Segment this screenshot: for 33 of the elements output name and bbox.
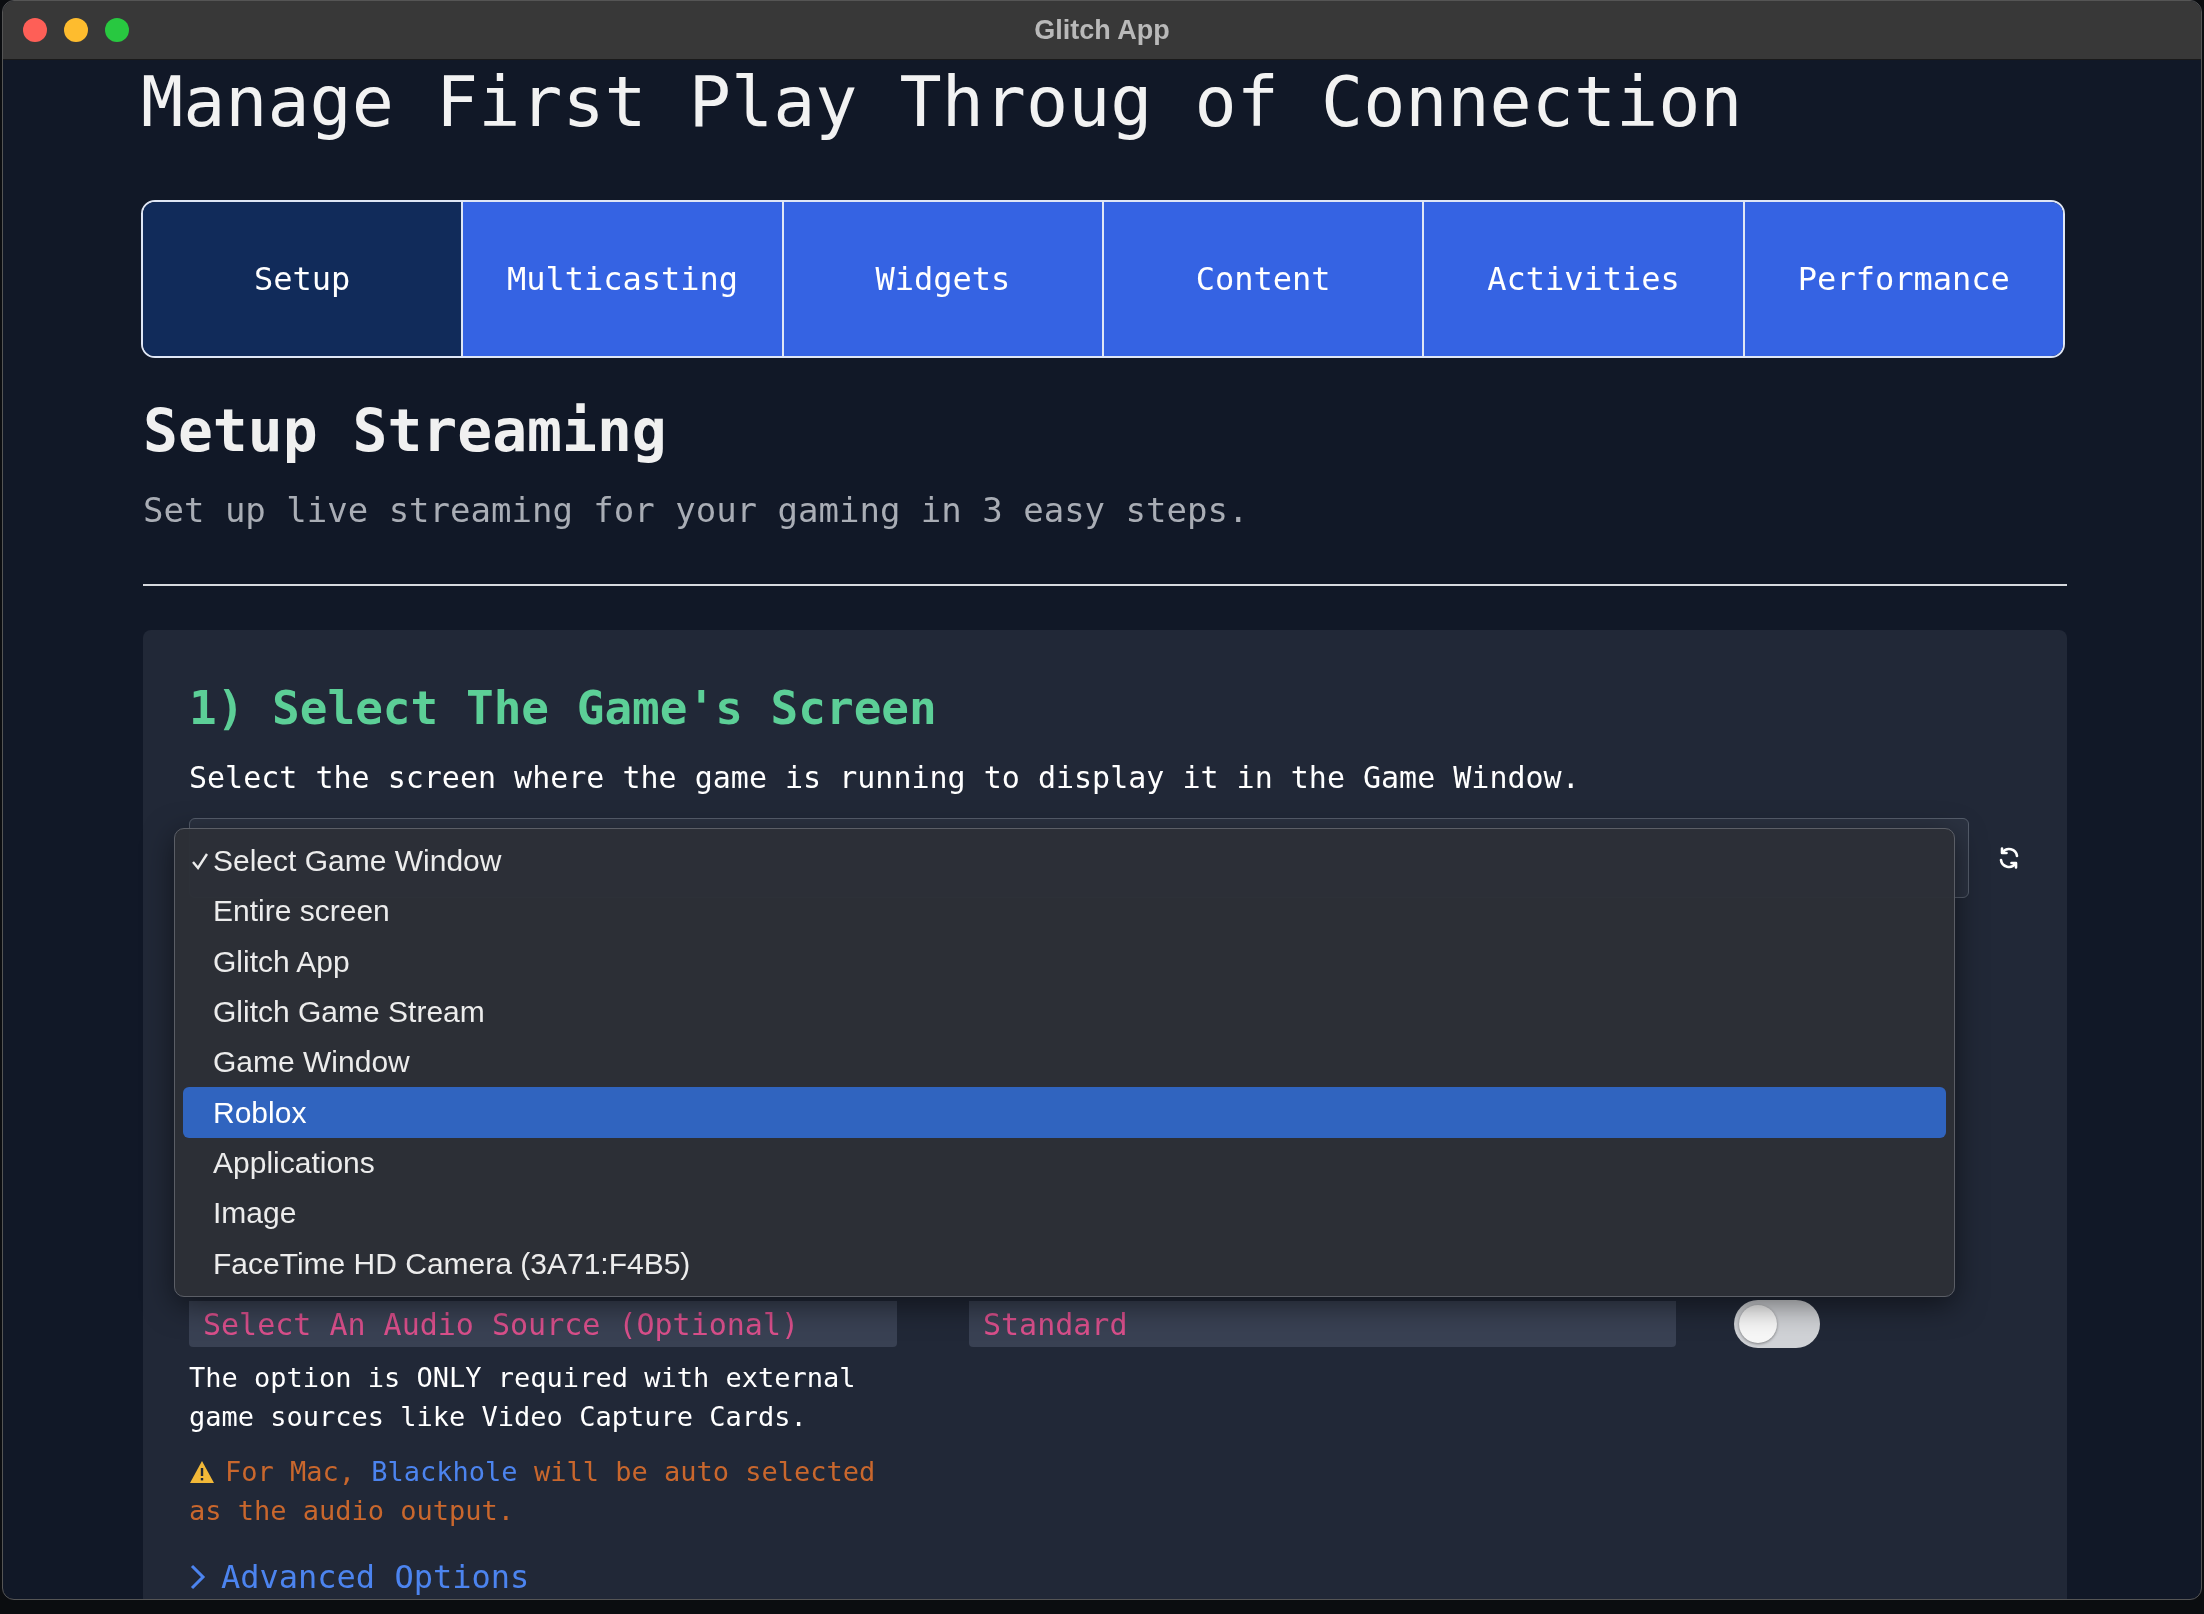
menu-item[interactable]: Glitch Game Stream: [183, 986, 1946, 1038]
minimize-button[interactable]: [64, 18, 88, 42]
maximize-button[interactable]: [105, 18, 129, 42]
checkmark-icon: [191, 851, 209, 872]
blackhole-link[interactable]: Blackhole: [371, 1456, 518, 1487]
tab[interactable]: Setup: [143, 202, 462, 356]
tab[interactable]: Content: [1102, 202, 1423, 356]
section-subtitle: Set up live streaming for your gaming in 3 easy steps.: [143, 489, 1249, 532]
quality-field[interactable]: Standard: [969, 1301, 1676, 1347]
menu-item[interactable]: Applications: [183, 1137, 1946, 1189]
tab[interactable]: Widgets: [781, 202, 1102, 356]
step-description: Select the screen where the game is running to display it in the Game Window.: [189, 759, 1580, 797]
menu-item[interactable]: Roblox: [183, 1087, 1946, 1138]
menu-item[interactable]: Entire screen: [183, 886, 1946, 937]
toggle-switch[interactable]: [1734, 1300, 1820, 1348]
section-title: Setup Streaming: [143, 398, 667, 464]
tab[interactable]: Multicasting: [461, 202, 782, 356]
menu-item[interactable]: Image: [183, 1188, 1946, 1239]
menu-item[interactable]: Glitch App: [183, 936, 1946, 987]
menu-item[interactable]: Game Window: [183, 1037, 1946, 1088]
window-title: Glitch App: [1034, 14, 1170, 45]
close-button[interactable]: [23, 18, 47, 42]
advanced-options-toggle[interactable]: Advanced Options: [189, 1558, 530, 1596]
tab[interactable]: Performance: [1742, 202, 2063, 356]
chevron-icon: [189, 1563, 207, 1591]
menu-item[interactable]: FaceTime HD Camera (3A71:F4B5): [183, 1238, 1946, 1289]
tab[interactable]: Activities: [1422, 202, 1743, 356]
page-title: Manage First Play Throug of Connection: [141, 60, 1743, 144]
warning-icon: [189, 1460, 215, 1484]
audio-source-field[interactable]: Select An Audio Source (Optional): [189, 1301, 897, 1347]
help-text: The option is ONLY required with external game sources like Video Capture Cards.: [189, 1361, 857, 1434]
menu-item[interactable]: Select Game Window: [183, 836, 1946, 887]
step-title: 1) Select The Game's Screen: [189, 680, 937, 736]
